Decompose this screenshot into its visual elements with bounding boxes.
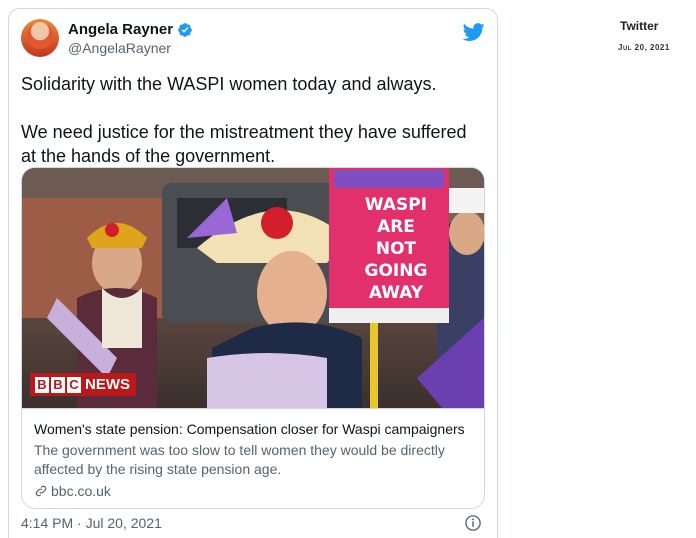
author-display-name[interactable]: Angela Rayner [68, 21, 173, 38]
bbc-letter: C [67, 376, 81, 393]
verified-badge-icon [178, 22, 192, 37]
placard-line: GOING [364, 261, 428, 281]
tweet-card: Angela Rayner @AngelaRayner Solidarity w… [8, 8, 498, 538]
placard-text: WASPI ARE NOT GOING AWAY [340, 194, 452, 304]
author-handle[interactable]: @AngelaRayner [68, 40, 171, 56]
tweet-paragraph: Solidarity with the WASPI women today an… [21, 74, 437, 94]
bbc-letters: B B C [35, 376, 81, 393]
placard-line: ARE [377, 217, 415, 237]
info-icon[interactable] [464, 514, 482, 532]
article-image[interactable]: WASPI ARE NOT GOING AWAY B B C NEWS [22, 168, 484, 408]
card-domain-text: bbc.co.uk [51, 483, 111, 499]
tweet-timestamp[interactable]: 4:14 PM · Jul 20, 2021 [21, 515, 162, 531]
date-label: Jul 20, 2021 [618, 43, 670, 52]
author-name-row: Angela Rayner [68, 21, 193, 38]
source-label: Twitter [620, 19, 659, 33]
bbc-news-logo: B B C NEWS [30, 373, 136, 396]
bbc-letter: B [51, 376, 65, 393]
placard-line: WASPI [364, 195, 428, 215]
card-meta[interactable]: Women's state pension: Compensation clos… [22, 408, 484, 508]
link-icon [35, 485, 47, 497]
card-description: The government was too slow to tell wome… [34, 442, 445, 477]
page: Angela Rayner @AngelaRayner Solidarity w… [0, 0, 696, 538]
card-title[interactable]: Women's state pension: Compensation clos… [34, 421, 465, 437]
bbc-letter: B [35, 376, 49, 393]
link-preview-card[interactable]: WASPI ARE NOT GOING AWAY B B C NEWS Wome… [21, 167, 485, 509]
twitter-bird-icon[interactable] [463, 21, 485, 43]
placard-line: NOT [375, 239, 417, 259]
placard-line: AWAY [368, 283, 424, 303]
card-domain[interactable]: bbc.co.uk [34, 483, 111, 499]
bbc-news-word: NEWS [85, 376, 130, 393]
tweet-paragraph: We need justice for the mistreatment the… [21, 122, 467, 166]
avatar[interactable] [21, 19, 59, 57]
